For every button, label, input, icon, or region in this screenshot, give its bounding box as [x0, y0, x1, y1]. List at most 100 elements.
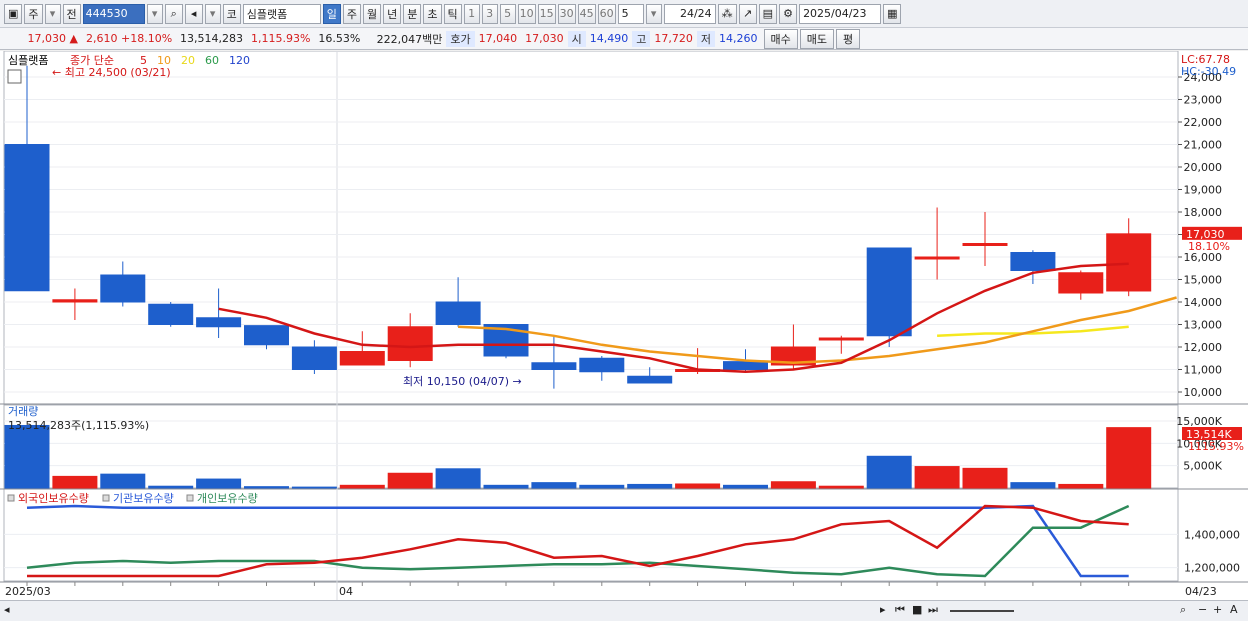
period-minute-tab[interactable]: 분 [403, 3, 422, 24]
zoom-out-icon[interactable]: − [1198, 603, 1207, 616]
candle-body [1058, 272, 1104, 294]
interval-count-input[interactable]: 5 [617, 3, 644, 24]
legend-item: 60 [205, 54, 219, 67]
volume-tick-label: 15,000K [1176, 415, 1222, 428]
price-tick-label: 23,000 [1184, 94, 1223, 107]
legend-swatch [102, 494, 110, 502]
scroll-right-icon[interactable]: ▸ [880, 603, 886, 616]
high-label: 고 [632, 30, 651, 47]
volume-ratio: 1,115.93% [250, 32, 311, 45]
legend-item: 10 [157, 54, 171, 67]
period-week-button[interactable]: 주 [24, 3, 43, 24]
interval-45-button[interactable]: 45 [577, 3, 596, 24]
candle-body [962, 243, 1008, 246]
trade-amount: 222,047백만 [376, 32, 443, 46]
buy-button[interactable]: 매수 [763, 28, 798, 49]
volume-bar [723, 484, 768, 489]
interval-1-button[interactable]: 1 [463, 3, 480, 24]
volume-bar [435, 468, 481, 489]
period-week-tab[interactable]: 주 [342, 3, 362, 24]
period-second-tab[interactable]: 초 [423, 3, 442, 24]
volume-bar [4, 424, 50, 489]
speaker-icon[interactable]: ◂ [184, 3, 203, 24]
zoom-search-icon[interactable]: ⌕ [1180, 603, 1186, 617]
calc-icon[interactable] [7, 69, 22, 84]
market-button[interactable]: 코 [222, 3, 241, 24]
price-tick-label: 11,000 [1184, 364, 1223, 377]
holdings-legend-item: 기관보유수량 [113, 492, 174, 505]
low-label: 저 [696, 30, 715, 47]
scroll-left-icon[interactable]: ◂ [4, 603, 10, 616]
candle-body [339, 351, 385, 366]
price-tick-label: 10,000 [1184, 386, 1223, 399]
period-month-tab[interactable]: 월 [363, 3, 382, 24]
price-tick-label: 16,000 [1184, 251, 1223, 264]
layout-icon[interactable]: ▣ [4, 3, 23, 24]
price-tick-label: 22,000 [1184, 116, 1223, 129]
interval-3-button[interactable]: 3 [481, 3, 498, 24]
stock-name-field[interactable]: 심플랫폼 [242, 3, 321, 24]
legend-item: 120 [229, 54, 250, 67]
quote-bar: 17,030 ▲ 2,610 +18.10% 13,514,283 1,115.… [0, 28, 1248, 50]
stock-code-input[interactable]: 444530 [82, 3, 145, 24]
volume-bar [531, 482, 577, 489]
candle-body [387, 326, 433, 361]
period-year-tab[interactable]: 년 [383, 3, 402, 24]
interval-15-button[interactable]: 15 [537, 3, 556, 24]
font-size-icon[interactable]: A [1230, 603, 1238, 616]
hc-label: HC:-30.49 [1181, 65, 1236, 78]
first-icon[interactable]: ⏮ [895, 603, 905, 617]
volume-bar [770, 481, 816, 489]
sell-button[interactable]: 매도 [799, 28, 834, 49]
save-icon[interactable]: ▤ [758, 3, 778, 24]
volume-bar [244, 486, 289, 489]
current-price: 17,030 ▲ [27, 32, 78, 45]
interval-10-button[interactable]: 10 [517, 3, 536, 24]
gear-icon[interactable]: ⚙ [779, 3, 798, 24]
candle-body [4, 144, 50, 292]
range-field[interactable]: 24/24 [663, 3, 716, 24]
prev-button[interactable]: 전 [62, 3, 81, 24]
legend-swatch [186, 494, 194, 502]
open-label: 시 [567, 30, 586, 47]
interval-60-button[interactable]: 60 [597, 3, 616, 24]
candle-body [531, 362, 577, 370]
interval-5-button[interactable]: 5 [499, 3, 516, 24]
bid-price-1: 17,040 [478, 32, 518, 45]
period-day-tab[interactable]: 일 [322, 3, 341, 24]
legend-item: 종가 단순 [70, 54, 114, 67]
speaker-dropdown-icon[interactable]: ▾ [204, 3, 221, 24]
holdings-tick-label: 1,200,000 [1184, 562, 1240, 575]
volume-bar [100, 473, 146, 489]
high-note: ← 최고 24,500 (03/21) [52, 66, 171, 79]
search-icon[interactable]: ⌕ [164, 3, 183, 24]
count-dropdown-icon[interactable]: ▾ [645, 3, 662, 24]
code-dropdown-icon[interactable]: ▾ [146, 3, 163, 24]
price-tick-label: 12,000 [1184, 341, 1223, 354]
evaluate-button[interactable]: 평 [836, 28, 861, 49]
volume-bar [1058, 483, 1104, 489]
calendar-icon[interactable]: ▦ [883, 3, 902, 24]
chart-area[interactable]: ← 최고 24,500 (03/21) 최저 10,150 (04/07) → 1… [0, 51, 1248, 600]
legend-swatch [7, 494, 15, 502]
volume-bar [291, 486, 337, 489]
candle-body [914, 256, 960, 260]
bid-price-2: 17,030 [525, 32, 564, 45]
interval-30-button[interactable]: 30 [557, 3, 576, 24]
volume-bar [579, 484, 625, 489]
stop-icon[interactable]: ■ [912, 603, 922, 616]
holdings-legend-item: 개인보유수량 [197, 492, 258, 505]
candle-body [866, 247, 912, 337]
date-input[interactable]: 2025/04/23 [799, 3, 882, 24]
legend-item: 5 [140, 54, 147, 67]
chevron-down-icon[interactable]: ▾ [44, 3, 61, 24]
draw-tool-icon[interactable]: ↗ [738, 3, 757, 24]
magnet-icon[interactable]: ⁂ [717, 3, 737, 24]
zoom-slider[interactable] [950, 610, 1014, 612]
last-icon[interactable]: ⏭ [928, 603, 938, 617]
period-tick-tab[interactable]: 틱 [443, 3, 462, 24]
zoom-in-icon[interactable]: + [1213, 603, 1222, 616]
candle-body [579, 357, 625, 373]
candle-body [291, 346, 337, 370]
volume-bar [1010, 482, 1056, 489]
